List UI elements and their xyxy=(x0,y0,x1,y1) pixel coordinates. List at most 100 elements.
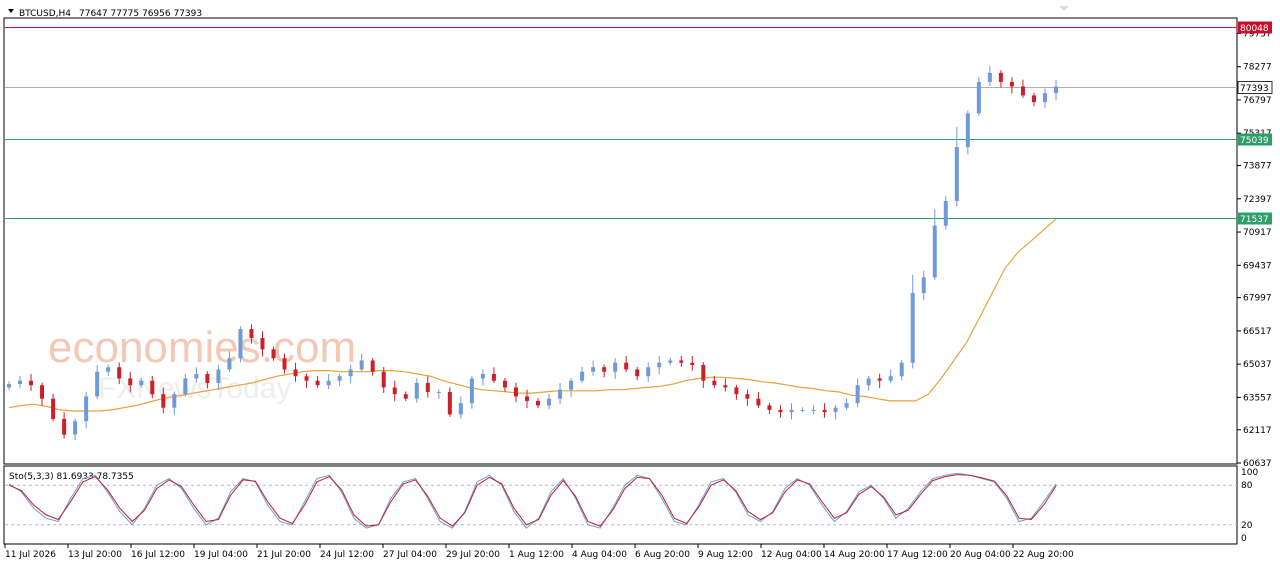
candle-body xyxy=(480,373,485,379)
time-tick-label: 20 Aug 04:00 xyxy=(950,550,1011,560)
level-tag-label: 77393 xyxy=(1240,84,1269,94)
candle-body xyxy=(29,380,34,386)
candle-body xyxy=(315,380,320,386)
candle-body xyxy=(117,367,122,379)
candle-body xyxy=(51,398,56,419)
time-tick-label: 16 Jul 12:00 xyxy=(131,550,185,560)
candle-body xyxy=(723,385,728,388)
candle-body xyxy=(701,364,706,381)
candle-body xyxy=(811,409,816,411)
candle-body xyxy=(106,367,111,372)
price-tick-label: 65037 xyxy=(1243,360,1272,370)
chart-shift-marker-icon[interactable] xyxy=(1059,6,1069,11)
candle-body xyxy=(150,380,155,395)
candle-body xyxy=(172,394,177,408)
candle-body xyxy=(734,387,739,395)
candle-body xyxy=(910,293,915,363)
price-tick-label: 70917 xyxy=(1243,228,1272,238)
price-tick-label: 67997 xyxy=(1243,294,1272,304)
time-tick-label: 17 Aug 12:00 xyxy=(887,550,948,560)
candle-body xyxy=(326,380,331,386)
candle-body xyxy=(833,407,838,413)
candle-body xyxy=(205,373,210,383)
time-tick-label: 13 Jul 20:00 xyxy=(68,550,122,560)
candle-body xyxy=(558,389,563,399)
price-tick-label: 69437 xyxy=(1243,261,1272,271)
candle-body xyxy=(1009,81,1014,87)
candle-body xyxy=(73,421,78,435)
level-tag-label: 80048 xyxy=(1240,24,1269,34)
candle-body xyxy=(855,385,860,404)
candle-body xyxy=(690,362,695,365)
candle-body xyxy=(436,391,441,393)
candle-body xyxy=(657,362,662,368)
candle-body xyxy=(216,369,221,383)
candle-body xyxy=(414,382,419,399)
candle-body xyxy=(458,403,463,415)
time-tick-label: 11 Jul 2026 xyxy=(5,550,56,560)
candle-body xyxy=(513,387,518,397)
time-tick-label: 24 Jul 12:00 xyxy=(320,550,374,560)
candle-body xyxy=(370,360,375,372)
candle-body xyxy=(227,358,232,370)
candle-body xyxy=(249,329,254,339)
candle-body xyxy=(1020,86,1025,96)
candle-body xyxy=(40,385,45,399)
candle-body xyxy=(95,371,100,397)
candle-body xyxy=(359,360,364,370)
candle-body xyxy=(679,360,684,363)
candle-body xyxy=(844,403,849,408)
candle-body xyxy=(271,349,276,359)
time-tick-label: 9 Aug 12:00 xyxy=(698,550,753,560)
time-tick-label: 6 Aug 20:00 xyxy=(635,550,690,560)
candle-body xyxy=(238,329,243,359)
price-tick-label: 63557 xyxy=(1243,393,1272,403)
candle-body xyxy=(866,378,871,386)
price-tick-label: 72397 xyxy=(1243,195,1272,205)
level-tag-label: 75039 xyxy=(1240,136,1269,146)
candle-body xyxy=(800,409,805,411)
candle-body xyxy=(282,358,287,370)
candle-body xyxy=(403,394,408,399)
dropdown-arrow-icon[interactable] xyxy=(8,9,14,13)
ohlc-readout: 77647 77775 76956 77393 xyxy=(79,9,202,19)
stochastic-tick-label: 0 xyxy=(1241,534,1247,544)
candle-body xyxy=(128,378,133,386)
time-axis: 11 Jul 2026 13 Jul 20:00 16 Jul 12:00 19 Ju… xyxy=(4,544,1074,560)
candle-body xyxy=(822,409,827,413)
candle-body xyxy=(877,378,882,381)
watermark-brand: economies.com xyxy=(48,323,356,372)
price-tick-label: 78277 xyxy=(1243,63,1272,73)
symbol-label: BTCUSD,H4 xyxy=(19,9,71,19)
candle-body xyxy=(987,72,992,82)
candle-body xyxy=(602,367,607,372)
candle-body xyxy=(789,409,794,413)
candle-body xyxy=(260,338,265,350)
time-tick-label: 22 Aug 20:00 xyxy=(1013,550,1074,560)
candle-body xyxy=(756,398,761,406)
candle-body xyxy=(998,72,1003,82)
stochastic-readout: Sto(5,3,3) 81.6933 78.7355 xyxy=(9,472,134,482)
candle-body xyxy=(767,405,772,410)
candle-body xyxy=(469,378,474,404)
price-tick-label: 66517 xyxy=(1243,327,1272,337)
candle-body xyxy=(954,147,959,201)
candle-body xyxy=(899,362,904,377)
time-tick-label: 27 Jul 04:00 xyxy=(383,550,437,560)
stochastic-tick-label: 20 xyxy=(1241,521,1253,531)
stochastic-tick-label: 80 xyxy=(1241,481,1253,491)
candle-body xyxy=(932,225,937,278)
candle-body xyxy=(194,373,199,379)
candle-body xyxy=(447,391,452,415)
candle-body xyxy=(745,394,750,399)
candle-body xyxy=(425,382,430,392)
candle-body xyxy=(569,380,574,390)
candle-body xyxy=(1054,86,1058,94)
candle-body xyxy=(139,380,144,386)
candle-body xyxy=(965,113,970,148)
candle-body xyxy=(668,360,673,363)
candle-body xyxy=(624,362,629,370)
candle-body xyxy=(491,373,496,381)
candle-body xyxy=(381,371,386,388)
candle-body xyxy=(524,396,529,401)
